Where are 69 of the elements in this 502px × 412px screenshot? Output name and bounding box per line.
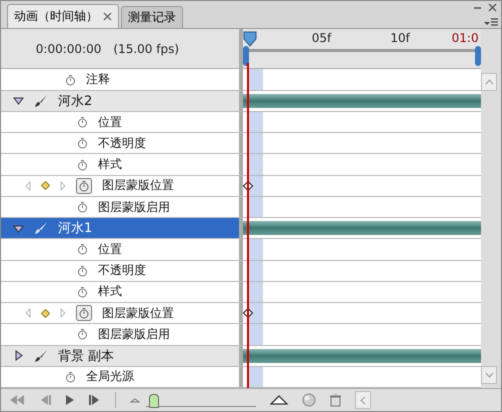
property-row[interactable]: 位置 bbox=[1, 112, 239, 132]
zoom-slider[interactable] bbox=[146, 394, 256, 406]
cached-frame-strip bbox=[249, 303, 263, 324]
scroll-up-button[interactable] bbox=[481, 73, 497, 91]
property-row[interactable]: 注释 bbox=[1, 69, 239, 90]
frame-rate: (15.00 fps) bbox=[113, 42, 179, 56]
current-time: 0:00:00:00 bbox=[36, 42, 102, 56]
play-icon[interactable] bbox=[65, 395, 75, 405]
cached-frame-strip bbox=[249, 366, 263, 387]
panel-tab[interactable]: 动画（时间轴） bbox=[7, 4, 119, 28]
playhead-handle[interactable] bbox=[243, 31, 257, 47]
property-row[interactable]: 样式 bbox=[1, 282, 239, 302]
stopwatch-icon[interactable] bbox=[77, 328, 88, 340]
cached-frame-strip bbox=[249, 133, 263, 154]
stopwatch-icon[interactable] bbox=[76, 178, 92, 194]
stopwatch-icon[interactable] bbox=[65, 370, 76, 383]
ruler-label: 10f bbox=[390, 31, 410, 45]
property-row[interactable]: 图层蒙版位置 bbox=[1, 303, 239, 324]
stopwatch-icon[interactable] bbox=[77, 264, 88, 277]
layer-duration-bar[interactable] bbox=[243, 94, 481, 108]
delete-icon[interactable] bbox=[330, 394, 341, 406]
scroll-down-button[interactable] bbox=[481, 366, 497, 384]
cached-frame-strip bbox=[249, 196, 263, 218]
ruler-label: 01:0 bbox=[452, 31, 479, 45]
expand-triangle-icon[interactable] bbox=[13, 95, 24, 106]
cached-frame-strip bbox=[249, 69, 263, 90]
work-area-end-handle[interactable] bbox=[475, 46, 481, 66]
stopwatch-icon[interactable] bbox=[77, 158, 88, 171]
large-mountain-icon[interactable] bbox=[270, 395, 288, 405]
cached-frame-strip bbox=[249, 324, 263, 345]
close-icon[interactable] bbox=[103, 12, 112, 21]
property-row[interactable]: 图层蒙版位置 bbox=[1, 176, 239, 196]
stopwatch-icon[interactable] bbox=[65, 74, 76, 86]
work-area-start-handle[interactable] bbox=[243, 46, 249, 66]
layer-duration-bar[interactable] bbox=[243, 221, 481, 236]
keyframe-icon[interactable] bbox=[41, 308, 50, 318]
layer-row[interactable]: 河水2 bbox=[1, 90, 239, 111]
panel-tab[interactable]: 测量记录 bbox=[121, 6, 183, 28]
property-row[interactable]: 全局光源 bbox=[1, 366, 239, 387]
layer-duration-bar[interactable] bbox=[243, 348, 481, 363]
property-row[interactable]: 不透明度 bbox=[1, 260, 239, 281]
cached-frame-strip bbox=[249, 112, 263, 132]
keyframe-icon[interactable] bbox=[41, 181, 50, 190]
property-row[interactable]: 图层蒙版启用 bbox=[1, 324, 239, 345]
stopwatch-icon[interactable] bbox=[77, 137, 88, 150]
scroll-left-button[interactable] bbox=[355, 391, 371, 409]
ruler-label: 05f bbox=[312, 31, 332, 45]
property-row[interactable]: 位置 bbox=[1, 239, 239, 260]
menu-icon[interactable] bbox=[484, 18, 498, 27]
expand-triangle-icon[interactable] bbox=[13, 222, 24, 234]
small-mountain-icon[interactable] bbox=[130, 397, 140, 403]
property-row[interactable]: 样式 bbox=[1, 154, 239, 175]
stopwatch-icon[interactable] bbox=[77, 286, 88, 298]
collapse-triangle-icon[interactable] bbox=[13, 350, 24, 362]
cached-frame-strip bbox=[249, 154, 263, 175]
close-icon[interactable] bbox=[488, 3, 497, 12]
stopwatch-icon[interactable] bbox=[76, 305, 92, 322]
cached-frame-strip bbox=[249, 282, 263, 302]
cached-frame-strip bbox=[249, 239, 263, 260]
brush-icon bbox=[34, 221, 48, 236]
property-row[interactable]: 不透明度 bbox=[1, 133, 239, 154]
layer-row[interactable]: 背景 副本 bbox=[1, 346, 239, 366]
layer-row[interactable]: 河水1 bbox=[1, 218, 239, 238]
stopwatch-icon[interactable] bbox=[77, 243, 88, 256]
stopwatch-icon[interactable] bbox=[77, 201, 88, 213]
next-frame-icon[interactable] bbox=[89, 395, 101, 405]
stopwatch-icon[interactable] bbox=[77, 116, 88, 128]
cached-frame-strip bbox=[249, 260, 263, 281]
property-row[interactable]: 图层蒙版启用 bbox=[1, 196, 239, 218]
